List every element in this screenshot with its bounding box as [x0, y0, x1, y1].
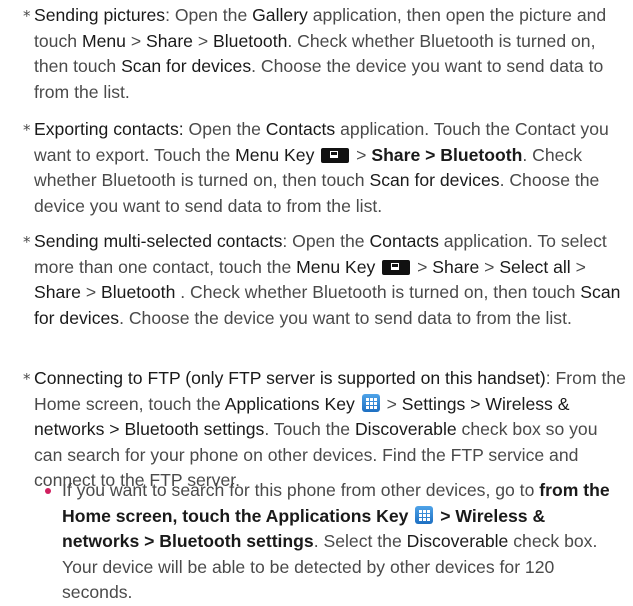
- asterisk-marker: *: [23, 121, 31, 139]
- bluetooth-label: Bluetooth: [213, 30, 288, 51]
- applications-key-label: Applications Key: [224, 393, 355, 414]
- text: >: [570, 256, 586, 277]
- text: >: [479, 256, 500, 277]
- menu-key-icon: [382, 259, 411, 275]
- text: . Touch the: [264, 419, 355, 439]
- text: >: [192, 30, 214, 51]
- text: : Open the: [165, 5, 253, 25]
- menu-label: Menu: [81, 30, 126, 51]
- text: : Open the: [282, 231, 370, 251]
- menu-key-label: Menu Key: [235, 144, 315, 165]
- text: >: [125, 30, 147, 51]
- asterisk-marker: *: [23, 233, 31, 251]
- bluetooth-label: Bluetooth: [101, 282, 176, 302]
- share-label: Share: [146, 30, 193, 51]
- text: >: [351, 144, 372, 165]
- text: >: [80, 282, 102, 302]
- app-name-gallery: Gallery: [252, 5, 308, 25]
- text: . Select the: [313, 531, 407, 551]
- asterisk-marker: *: [23, 370, 31, 388]
- item-text: Sending multi-selected contacts: Open th…: [34, 229, 627, 331]
- share-bluetooth-label: Share > Bluetooth: [371, 144, 523, 165]
- text: Open the: [183, 119, 266, 139]
- item-title: Sending pictures: [34, 5, 166, 25]
- sub-item-text: If you want to search for this phone fro…: [62, 478, 627, 606]
- discoverable-label: Discoverable: [354, 419, 457, 439]
- item-title: Connecting to FTP (only FTP server is su…: [34, 368, 546, 388]
- text: >: [381, 393, 402, 414]
- asterisk-marker: *: [23, 7, 31, 25]
- item-text: Exporting contacts: Open the Contacts ap…: [34, 117, 627, 219]
- app-name-contacts: Contacts: [369, 231, 439, 251]
- menu-key-label: Menu Key: [296, 256, 376, 277]
- text: . Choose the device you want to send dat…: [119, 307, 572, 328]
- text: >: [412, 256, 433, 277]
- item-title: Exporting contacts:: [34, 119, 184, 139]
- applications-key-icon: [415, 505, 434, 524]
- scan-for-devices-label: Scan for devices: [121, 56, 252, 76]
- item-text: Sending pictures: Open the Gallery appli…: [34, 3, 627, 105]
- item-text: Connecting to FTP (only FTP server is su…: [34, 366, 627, 494]
- bullet-dot: [45, 488, 51, 494]
- select-all-label: Select all: [499, 256, 571, 277]
- share-label: Share: [34, 282, 81, 302]
- scan-for-devices-label: Scan for devices: [369, 170, 500, 190]
- text: . Check whether Bluetooth is turned on, …: [175, 282, 581, 302]
- app-name-contacts: Contacts: [265, 119, 336, 139]
- menu-key-icon: [321, 147, 350, 163]
- item-title: Sending multi-selected contacts: [34, 231, 283, 251]
- applications-key-icon: [361, 393, 380, 412]
- discoverable-label: Discoverable: [406, 531, 509, 551]
- share-label: Share: [432, 256, 480, 277]
- text: If you want to search for this phone fro…: [62, 480, 540, 500]
